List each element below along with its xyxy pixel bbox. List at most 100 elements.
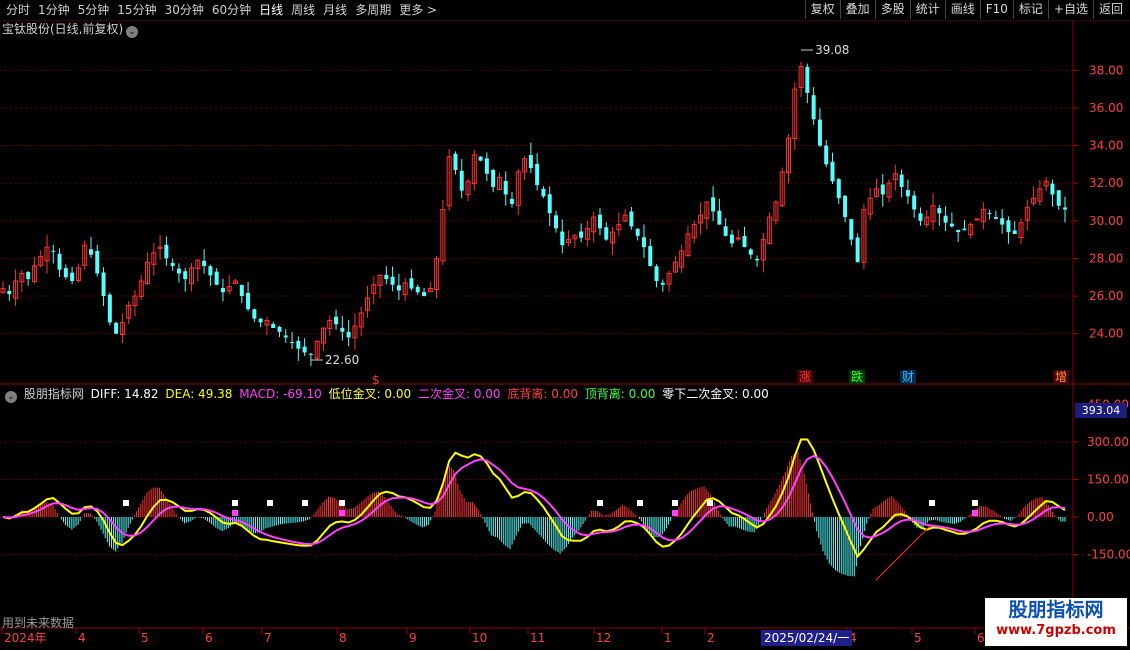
- macd-value: MACD: -69.10: [239, 387, 322, 401]
- candle-body: [641, 237, 646, 248]
- toolbar-button-5[interactable]: F10: [979, 0, 1013, 19]
- candle-body: [899, 174, 904, 187]
- candle-body: [943, 215, 948, 223]
- candle-body: [346, 331, 351, 338]
- candle-body: [717, 210, 722, 225]
- period-tab-9[interactable]: 多周期: [351, 2, 395, 18]
- candle-body: [252, 309, 257, 319]
- signal-marker-white: [232, 500, 238, 506]
- candle-body: [214, 271, 219, 285]
- candle-body: [949, 223, 954, 227]
- diff-value: DIFF: 14.82: [90, 387, 159, 401]
- candle-body: [811, 95, 816, 120]
- candle-body: [283, 335, 288, 338]
- candlestick-series: 39.08 22.60: [0, 43, 1067, 367]
- candle-body: [422, 292, 427, 297]
- price-tick-label: 34.00: [1089, 139, 1123, 153]
- period-tab-1[interactable]: 1分钟: [34, 2, 74, 18]
- candle-body: [635, 228, 640, 236]
- time-tick-label: 6: [205, 631, 213, 645]
- price-tick-label: 28.00: [1089, 251, 1123, 265]
- candle-body: [290, 342, 295, 344]
- candle-body: [553, 215, 558, 229]
- candle-body: [974, 218, 980, 221]
- candle-body: [824, 145, 829, 165]
- candle-body: [956, 229, 961, 233]
- candle-body: [560, 231, 565, 246]
- toolbar-button-3[interactable]: 统计: [909, 0, 945, 19]
- toolbar-button-1[interactable]: 叠加: [839, 0, 875, 19]
- period-tab-3[interactable]: 15分钟: [113, 2, 160, 18]
- dea-value: DEA: 49.38: [165, 387, 233, 401]
- toolbar-button-6[interactable]: 标记: [1012, 0, 1048, 19]
- event-tag-fall[interactable]: 跌: [849, 370, 866, 384]
- candle-body: [396, 285, 401, 291]
- candle-body: [70, 272, 75, 281]
- candle-body: [880, 184, 885, 195]
- event-tag-increase[interactable]: 增: [1053, 370, 1070, 384]
- toolbar-button-2[interactable]: 多股: [874, 0, 910, 19]
- toolbar-button-4[interactable]: 画线: [944, 0, 980, 19]
- event-tag-rise[interactable]: 涨: [797, 370, 814, 384]
- candle-body: [547, 194, 552, 214]
- candle-body: [459, 170, 464, 191]
- signal-marker-white: [672, 500, 678, 506]
- candle-body: [176, 268, 181, 274]
- event-tag-finance[interactable]: 财: [900, 370, 917, 384]
- candle-body: [654, 266, 659, 281]
- watermark-title: 股朋指标网: [1008, 599, 1104, 621]
- candle-body: [1056, 190, 1061, 206]
- price-tick-label: 32.00: [1089, 176, 1123, 190]
- chevron-down-icon[interactable]: ⌄: [5, 391, 17, 403]
- candle-body: [918, 213, 923, 221]
- time-tick-label: 4: [78, 631, 86, 645]
- candle-body: [912, 195, 917, 210]
- period-tabs: 分时 1分钟 5分钟 15分钟 30分钟 60分钟 日线 周线 月线 多周期 更多 >: [2, 2, 441, 18]
- candle-body: [183, 271, 188, 280]
- bottom-divergence-value: 底背离: 0.00: [507, 387, 578, 401]
- toolbar-button-0[interactable]: 复权: [804, 0, 840, 19]
- candle-body: [843, 195, 848, 218]
- candle-body: [711, 197, 716, 212]
- period-tab-6[interactable]: 日线: [255, 2, 287, 18]
- diff-line: [2, 438, 1066, 559]
- candle-body: [95, 251, 100, 274]
- period-tab-10[interactable]: 更多 >: [395, 2, 441, 18]
- stock-title[interactable]: 宝钛股份(日线,前复权) ⌄: [2, 21, 139, 38]
- period-tab-7[interactable]: 周线: [287, 2, 319, 18]
- second-golden-cross-value: 二次金叉: 0.00: [417, 387, 501, 401]
- divergence-line: [875, 525, 931, 581]
- indicator-name[interactable]: 股朋指标网: [24, 387, 84, 401]
- chevron-down-icon[interactable]: ⌄: [126, 26, 139, 38]
- candle-body: [415, 286, 420, 293]
- candle-body: [107, 294, 112, 323]
- toolbar-button-8[interactable]: 返回: [1092, 0, 1128, 19]
- candle-body: [629, 211, 634, 227]
- period-tab-8[interactable]: 月线: [319, 2, 351, 18]
- candle-body: [101, 272, 106, 297]
- period-tab-2[interactable]: 5分钟: [74, 2, 114, 18]
- low-price-label: 22.60: [325, 353, 359, 367]
- candle-body: [987, 213, 992, 215]
- signal-marker-white: [707, 500, 713, 506]
- top-divergence-value: 顶背离: 0.00: [584, 387, 656, 401]
- time-tick-label: 5: [141, 631, 149, 645]
- price-tick-label: 30.00: [1089, 214, 1123, 228]
- signal-marker-white: [972, 500, 978, 506]
- candle-body: [1063, 207, 1067, 210]
- macd-tick-label: 300.00: [1087, 435, 1129, 449]
- time-tick-label: 5: [914, 631, 922, 645]
- candle-body: [604, 227, 609, 240]
- candle-body: [723, 226, 728, 236]
- chart-canvas[interactable]: 39.08 22.60 38.00 36.00 34.00 32.00 30.00 28.0…: [0, 0, 1130, 650]
- candle-body: [962, 228, 967, 231]
- period-tab-0[interactable]: 分时: [2, 2, 34, 18]
- period-tab-5[interactable]: 60分钟: [208, 2, 255, 18]
- signal-marker-magenta: [672, 510, 678, 516]
- period-tab-4[interactable]: 30分钟: [161, 2, 208, 18]
- toolbar-button-7[interactable]: +自选: [1047, 0, 1093, 19]
- price-tick-label: 24.00: [1089, 327, 1123, 341]
- time-tick-label: 9: [409, 631, 417, 645]
- time-tick-label: 2024年: [4, 631, 47, 645]
- event-tag-dollar[interactable]: $: [370, 373, 382, 387]
